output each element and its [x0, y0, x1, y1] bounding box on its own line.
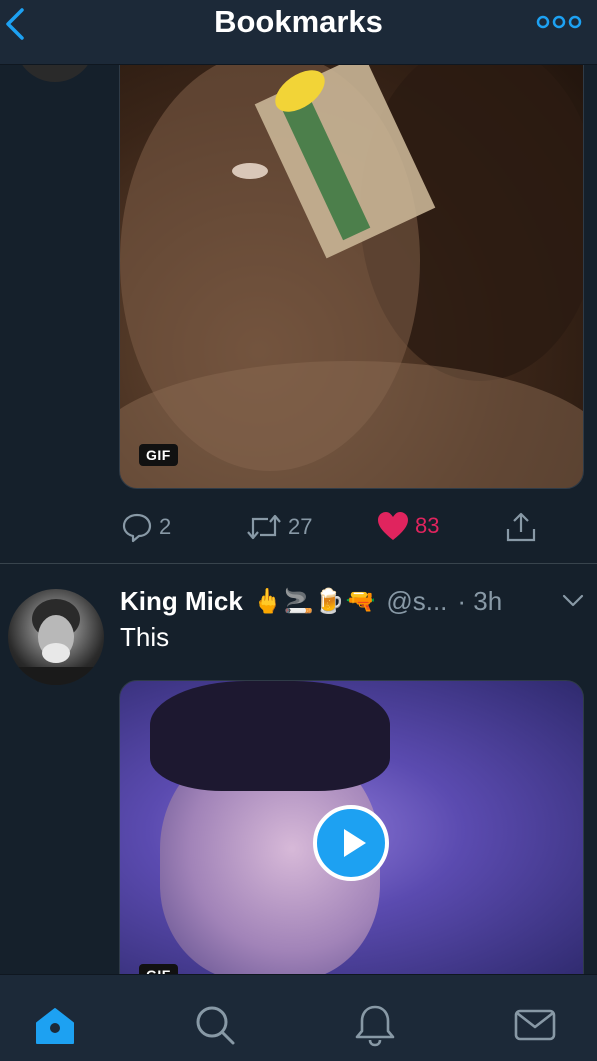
tweet-divider	[0, 563, 597, 564]
tweet-text: This	[120, 622, 170, 652]
retweet-icon	[247, 514, 281, 540]
reply-count: 2	[159, 514, 172, 539]
gif-badge: GIF	[139, 444, 178, 466]
play-button-icon[interactable]	[313, 805, 389, 881]
chevron-down-icon[interactable]	[562, 594, 584, 608]
page-title: Bookmarks	[214, 4, 383, 39]
username[interactable]: @s...	[386, 586, 447, 617]
notifications-icon[interactable]	[353, 1003, 397, 1047]
video-frame-hair	[150, 681, 390, 791]
name-emojis: 🖕🚬🍺🔫	[252, 587, 377, 615]
avatar[interactable]	[8, 589, 104, 685]
timestamp: · 3h	[457, 585, 503, 616]
heart-icon	[378, 512, 408, 540]
like-button[interactable]: 83	[377, 511, 439, 541]
tweet-header: King Mick 🖕🚬🍺🔫 @s... · 3h	[120, 584, 502, 618]
navigation-bar: Bookmarks	[0, 0, 597, 65]
reply-icon	[122, 513, 152, 543]
messages-icon[interactable]	[513, 1003, 557, 1047]
gif-frame-image	[120, 41, 583, 488]
retweet-button[interactable]: 27	[246, 511, 312, 543]
more-options-icon[interactable]	[536, 12, 582, 32]
tweet-actions: 2 27 83	[0, 505, 597, 551]
share-icon	[506, 512, 536, 542]
tweet-media-gif[interactable]: GIF	[119, 30, 584, 489]
tweet-media-video[interactable]: GIF	[119, 680, 584, 982]
like-count: 83	[415, 513, 440, 538]
display-name[interactable]: King Mick	[120, 586, 243, 617]
tab-bar	[0, 974, 597, 1061]
share-button[interactable]	[505, 511, 537, 543]
search-icon[interactable]	[193, 1003, 237, 1047]
avatar-image	[18, 599, 94, 685]
reply-button[interactable]: 2	[121, 511, 171, 543]
home-icon[interactable]	[33, 1003, 77, 1047]
retweet-count: 27	[288, 514, 313, 539]
